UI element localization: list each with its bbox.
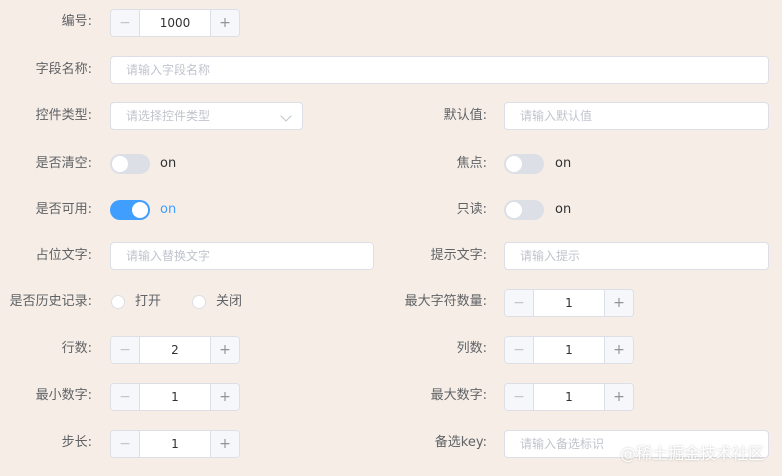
step-increment-button[interactable]: + — [210, 431, 239, 457]
step-value[interactable]: 1 — [140, 431, 210, 457]
watermark: @稀土掘金技术社区 — [620, 444, 765, 463]
cols-value[interactable]: 1 — [534, 337, 604, 363]
clearable-switch[interactable] — [110, 154, 150, 174]
min-number-decrement-button[interactable]: − — [111, 384, 140, 410]
clearable-switch-text: on — [160, 156, 177, 171]
history-radio-open-label[interactable]: 打开 — [135, 294, 161, 310]
max-chars-decrement-button[interactable]: − — [505, 290, 534, 316]
min-number-stepper[interactable]: − 1 + — [110, 383, 240, 411]
number-increment-button[interactable]: + — [210, 10, 239, 36]
control-type-select[interactable]: 请选择控件类型 — [110, 102, 303, 130]
switch-knob — [506, 202, 522, 218]
available-switch[interactable] — [110, 200, 150, 220]
focus-label: 焦点: — [456, 156, 487, 171]
default-value-label: 默认值: — [443, 108, 487, 123]
switch-knob — [112, 156, 128, 172]
alt-key-label: 备选key: — [434, 435, 487, 450]
placeholder-text-label: 占位文字: — [35, 248, 92, 263]
focus-switch-text: on — [555, 156, 572, 171]
rows-decrement-button[interactable]: − — [111, 337, 140, 363]
max-number-increment-button[interactable]: + — [604, 384, 633, 410]
chevron-down-icon[interactable] — [280, 110, 292, 122]
max-number-label: 最大数字: — [430, 388, 487, 403]
placeholder-text-input[interactable]: 请输入替换文字 — [110, 242, 374, 270]
number-stepper[interactable]: − 1000 + — [110, 9, 240, 37]
max-number-stepper[interactable]: − 1 + — [504, 383, 634, 411]
cols-stepper[interactable]: − 1 + — [504, 336, 634, 364]
step-decrement-button[interactable]: − — [111, 431, 140, 457]
rows-value[interactable]: 2 — [140, 337, 210, 363]
control-type-label: 控件类型: — [35, 108, 92, 123]
max-number-value[interactable]: 1 — [534, 384, 604, 410]
min-number-value[interactable]: 1 — [140, 384, 210, 410]
switch-knob — [506, 156, 522, 172]
rows-stepper[interactable]: − 2 + — [110, 336, 240, 364]
available-label: 是否可用: — [35, 202, 92, 217]
step-label: 步长: — [61, 435, 92, 450]
history-label: 是否历史记录: — [9, 294, 92, 309]
field-name-label: 字段名称: — [35, 62, 92, 77]
available-switch-text: on — [160, 202, 177, 217]
cols-increment-button[interactable]: + — [604, 337, 633, 363]
max-chars-value[interactable]: 1 — [534, 290, 604, 316]
hint-text-input[interactable]: 请输入提示 — [504, 242, 769, 270]
number-value[interactable]: 1000 — [140, 10, 210, 36]
cols-label: 列数: — [456, 341, 487, 356]
max-chars-stepper[interactable]: − 1 + — [504, 289, 634, 317]
control-type-placeholder: 请选择控件类型 — [126, 109, 211, 123]
rows-label: 行数: — [61, 341, 92, 356]
readonly-label: 只读: — [456, 202, 487, 217]
max-chars-increment-button[interactable]: + — [604, 290, 633, 316]
readonly-switch-text: on — [555, 202, 572, 217]
history-radio-close[interactable] — [192, 295, 206, 309]
number-decrement-button[interactable]: − — [111, 10, 140, 36]
history-radio-close-label[interactable]: 关闭 — [216, 294, 242, 310]
default-value-input[interactable]: 请输入默认值 — [504, 102, 769, 130]
rows-increment-button[interactable]: + — [210, 337, 239, 363]
readonly-switch[interactable] — [504, 200, 544, 220]
cols-decrement-button[interactable]: − — [505, 337, 534, 363]
switch-knob — [132, 202, 148, 218]
focus-switch[interactable] — [504, 154, 544, 174]
hint-text-label: 提示文字: — [430, 248, 487, 263]
field-name-input[interactable]: 请输入字段名称 — [110, 56, 769, 84]
history-radio-open[interactable] — [111, 295, 125, 309]
step-stepper[interactable]: − 1 + — [110, 430, 240, 458]
clearable-label: 是否清空: — [35, 156, 92, 171]
number-label: 编号: — [61, 14, 92, 29]
min-number-label: 最小数字: — [35, 388, 92, 403]
max-chars-label: 最大字符数量: — [404, 294, 487, 309]
max-number-decrement-button[interactable]: − — [505, 384, 534, 410]
min-number-increment-button[interactable]: + — [210, 384, 239, 410]
